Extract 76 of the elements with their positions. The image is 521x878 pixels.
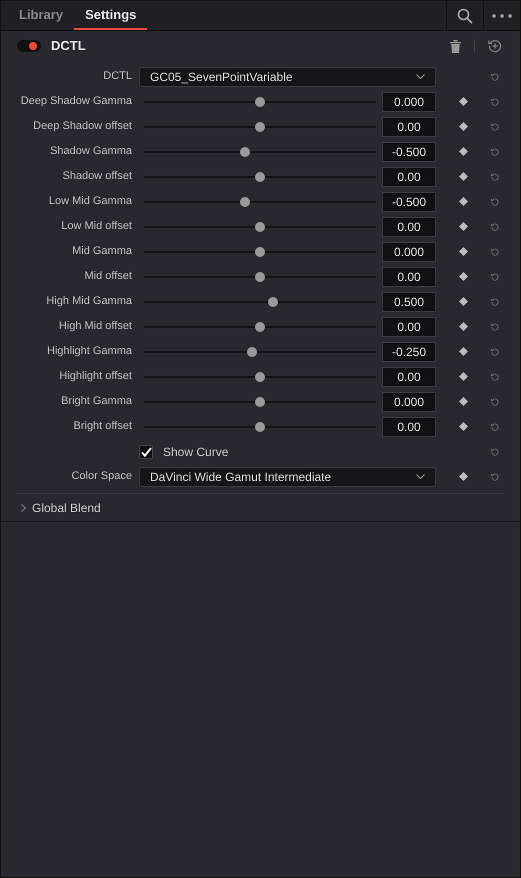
- slider-thumb[interactable]: [255, 172, 265, 182]
- keyframe-icon[interactable]: [459, 347, 468, 356]
- value-field[interactable]: 0.000: [382, 92, 436, 112]
- field-label: Mid Gamma: [72, 244, 132, 260]
- value-field[interactable]: 0.00: [382, 316, 436, 336]
- keyframe-icon[interactable]: [459, 272, 468, 281]
- value-field[interactable]: 0.00: [382, 416, 436, 436]
- slider-thumb[interactable]: [255, 222, 265, 232]
- search-icon: [457, 8, 473, 24]
- value-field[interactable]: -0.500: [382, 192, 436, 212]
- value-field[interactable]: 0.00: [382, 266, 436, 286]
- field-label: Low Mid offset: [61, 219, 132, 234]
- field-label: Deep Shadow offset: [33, 119, 132, 134]
- slider-thumb[interactable]: [255, 246, 265, 256]
- keyframe-icon[interactable]: [459, 97, 468, 106]
- keyframe-icon[interactable]: [459, 247, 468, 256]
- tab[interactable]: Library: [8, 1, 74, 30]
- slider-thumb[interactable]: [240, 146, 250, 156]
- slider-thumb[interactable]: [255, 422, 265, 432]
- slider-thumb[interactable]: [240, 196, 250, 206]
- field-label: High Mid Gamma: [46, 294, 132, 310]
- effect-title: DCTL: [51, 37, 86, 56]
- field-label: Highlight offset: [59, 369, 132, 384]
- enable-toggle[interactable]: [17, 40, 41, 52]
- field-label: DCTL: [103, 69, 132, 84]
- field-label: Highlight Gamma: [47, 344, 132, 360]
- global-blend-expander[interactable]: Global Blend: [1, 494, 520, 521]
- value-field[interactable]: 0.00: [382, 366, 436, 386]
- keyframe-icon[interactable]: [459, 122, 468, 131]
- keyframe-icon[interactable]: [459, 197, 468, 206]
- field-label: Shadow Gamma: [50, 144, 132, 160]
- slider-thumb[interactable]: [255, 396, 265, 406]
- field-label: Mid offset: [84, 269, 132, 284]
- checkbox-label: Show Curve: [163, 444, 228, 460]
- field-label: Color Space: [71, 469, 132, 484]
- keyframe-icon[interactable]: [459, 297, 468, 306]
- tab[interactable]: Settings: [74, 1, 148, 30]
- slider-thumb[interactable]: [255, 322, 265, 332]
- value-field[interactable]: 0.00: [382, 216, 436, 236]
- value-field[interactable]: 0.000: [382, 392, 436, 412]
- field-label: Bright offset: [74, 419, 132, 434]
- slider-thumb[interactable]: [247, 346, 258, 356]
- slider-thumb[interactable]: [268, 296, 278, 306]
- chevron-down-icon: [416, 74, 425, 79]
- value-field[interactable]: 0.500: [382, 292, 436, 312]
- keyframe-icon[interactable]: [459, 472, 468, 481]
- checkbox[interactable]: [139, 444, 153, 458]
- keyframe-icon[interactable]: [459, 222, 468, 231]
- reset-all-icon[interactable]: [488, 39, 502, 53]
- field-label: High Mid offset: [58, 319, 132, 334]
- field-label: Shadow offset: [62, 169, 132, 184]
- value-field[interactable]: -0.500: [382, 142, 436, 162]
- slider-thumb[interactable]: [255, 272, 265, 282]
- chevron-right-icon: [21, 504, 26, 512]
- dropdown[interactable]: DaVinci Wide Gamut Intermediate: [139, 466, 436, 486]
- keyframe-icon[interactable]: [459, 397, 468, 406]
- keyframe-icon[interactable]: [459, 147, 468, 156]
- value-field[interactable]: 0.00: [382, 116, 436, 136]
- keyframe-icon[interactable]: [459, 172, 468, 181]
- field-label: Deep Shadow Gamma: [20, 94, 132, 110]
- keyframe-icon[interactable]: [459, 372, 468, 381]
- value-field[interactable]: -0.250: [382, 342, 436, 362]
- checkmark-icon: [140, 446, 152, 456]
- field-label: Bright Gamma: [61, 394, 132, 410]
- chevron-down-icon: [416, 474, 425, 479]
- slider-thumb[interactable]: [255, 96, 265, 106]
- keyframe-icon[interactable]: [459, 322, 468, 331]
- value-field[interactable]: 0.000: [382, 242, 436, 262]
- keyframe-icon[interactable]: [459, 422, 468, 431]
- more-icon: [492, 14, 512, 18]
- value-field[interactable]: 0.00: [382, 166, 436, 186]
- dropdown[interactable]: GC05_SevenPointVariable: [139, 66, 436, 86]
- field-label: Low Mid Gamma: [48, 194, 132, 210]
- slider-thumb[interactable]: [255, 122, 265, 132]
- slider-thumb[interactable]: [255, 372, 265, 382]
- trash-icon[interactable]: [450, 40, 461, 52]
